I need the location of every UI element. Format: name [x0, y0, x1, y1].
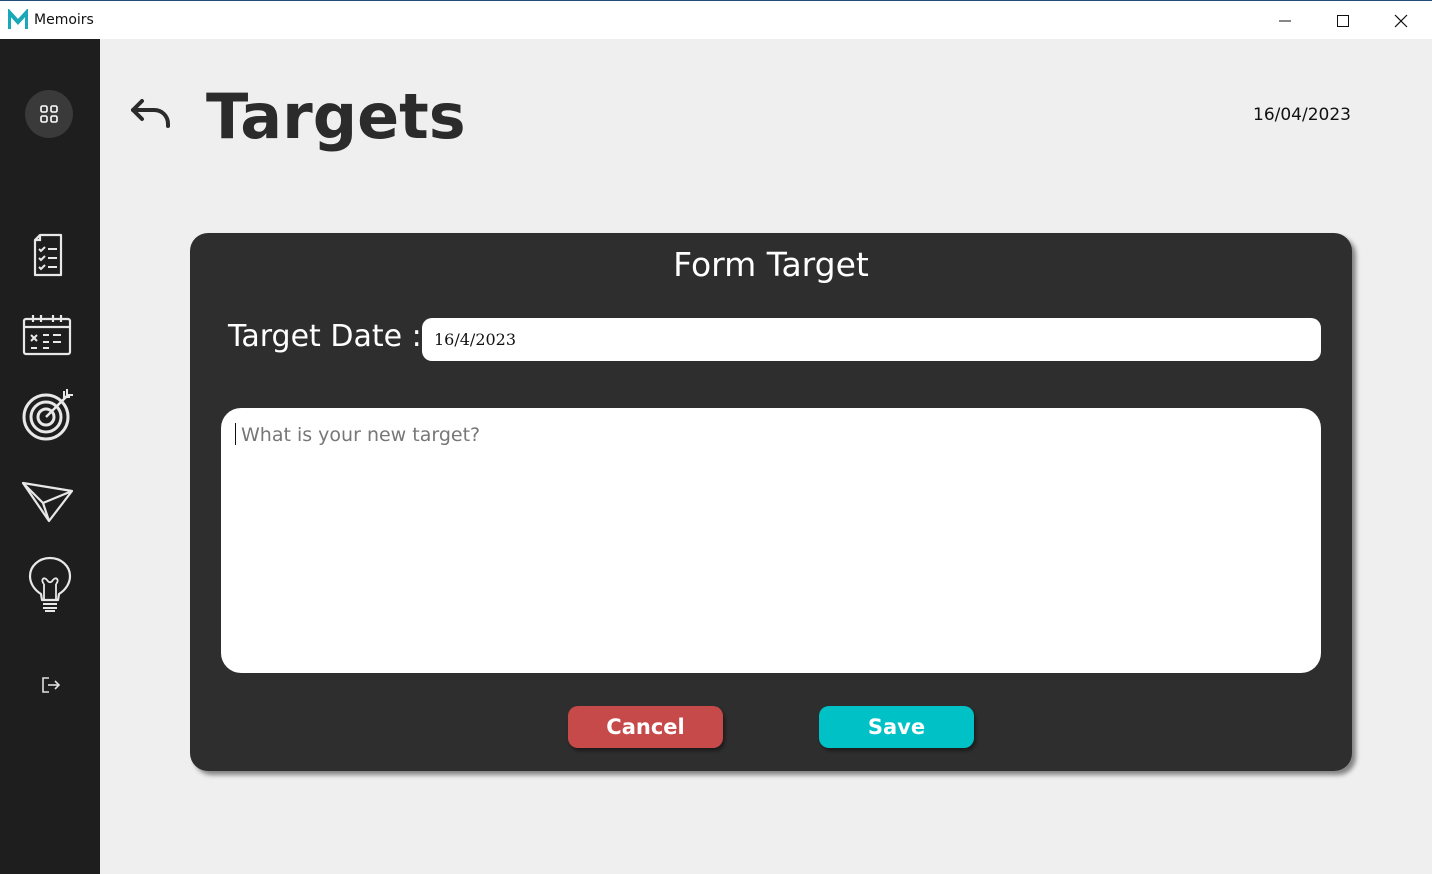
minimize-button[interactable] — [1256, 1, 1314, 40]
sidebar-item-messages[interactable] — [20, 475, 76, 525]
calendar-icon — [22, 315, 72, 356]
current-date: 16/04/2023 — [1253, 105, 1351, 125]
sidebar-item-logout[interactable] — [38, 673, 64, 697]
sidebar-item-calendar[interactable] — [20, 312, 74, 358]
maximize-button[interactable] — [1314, 1, 1372, 40]
logout-icon — [42, 677, 61, 693]
app-title: Memoirs — [34, 12, 94, 28]
close-icon — [1394, 14, 1408, 27]
target-date-label: Target Date : — [228, 319, 422, 354]
back-arrow-icon — [131, 99, 170, 128]
back-button[interactable] — [128, 95, 174, 135]
target-icon — [22, 389, 73, 441]
maximize-icon — [1337, 14, 1349, 27]
paper-plane-icon — [21, 481, 74, 523]
form-title: Form Target — [673, 245, 869, 284]
checklist-icon — [33, 233, 63, 277]
sidebar-item-ideas[interactable] — [26, 555, 74, 615]
window-titlebar: Memoirs — [0, 0, 1432, 39]
text-caret — [235, 423, 236, 445]
sidebar-item-checklist[interactable] — [26, 231, 70, 279]
page-title: Targets — [206, 80, 466, 153]
dashboard-grid-icon — [40, 105, 58, 123]
sidebar — [0, 39, 100, 874]
target-placeholder: What is your new target? — [241, 424, 481, 446]
sidebar-item-dashboard[interactable] — [25, 90, 73, 138]
app-logo-icon — [8, 9, 28, 29]
cancel-button[interactable]: Cancel — [568, 706, 723, 748]
close-button[interactable] — [1372, 1, 1430, 40]
target-date-input[interactable] — [422, 318, 1321, 361]
save-button[interactable]: Save — [819, 706, 974, 748]
target-form-card: Form Target Target Date : What is your n… — [190, 233, 1352, 771]
minimize-icon — [1279, 20, 1291, 21]
lightbulb-icon — [28, 556, 72, 612]
target-textarea[interactable]: What is your new target? — [221, 408, 1321, 673]
sidebar-item-targets[interactable] — [20, 387, 76, 443]
